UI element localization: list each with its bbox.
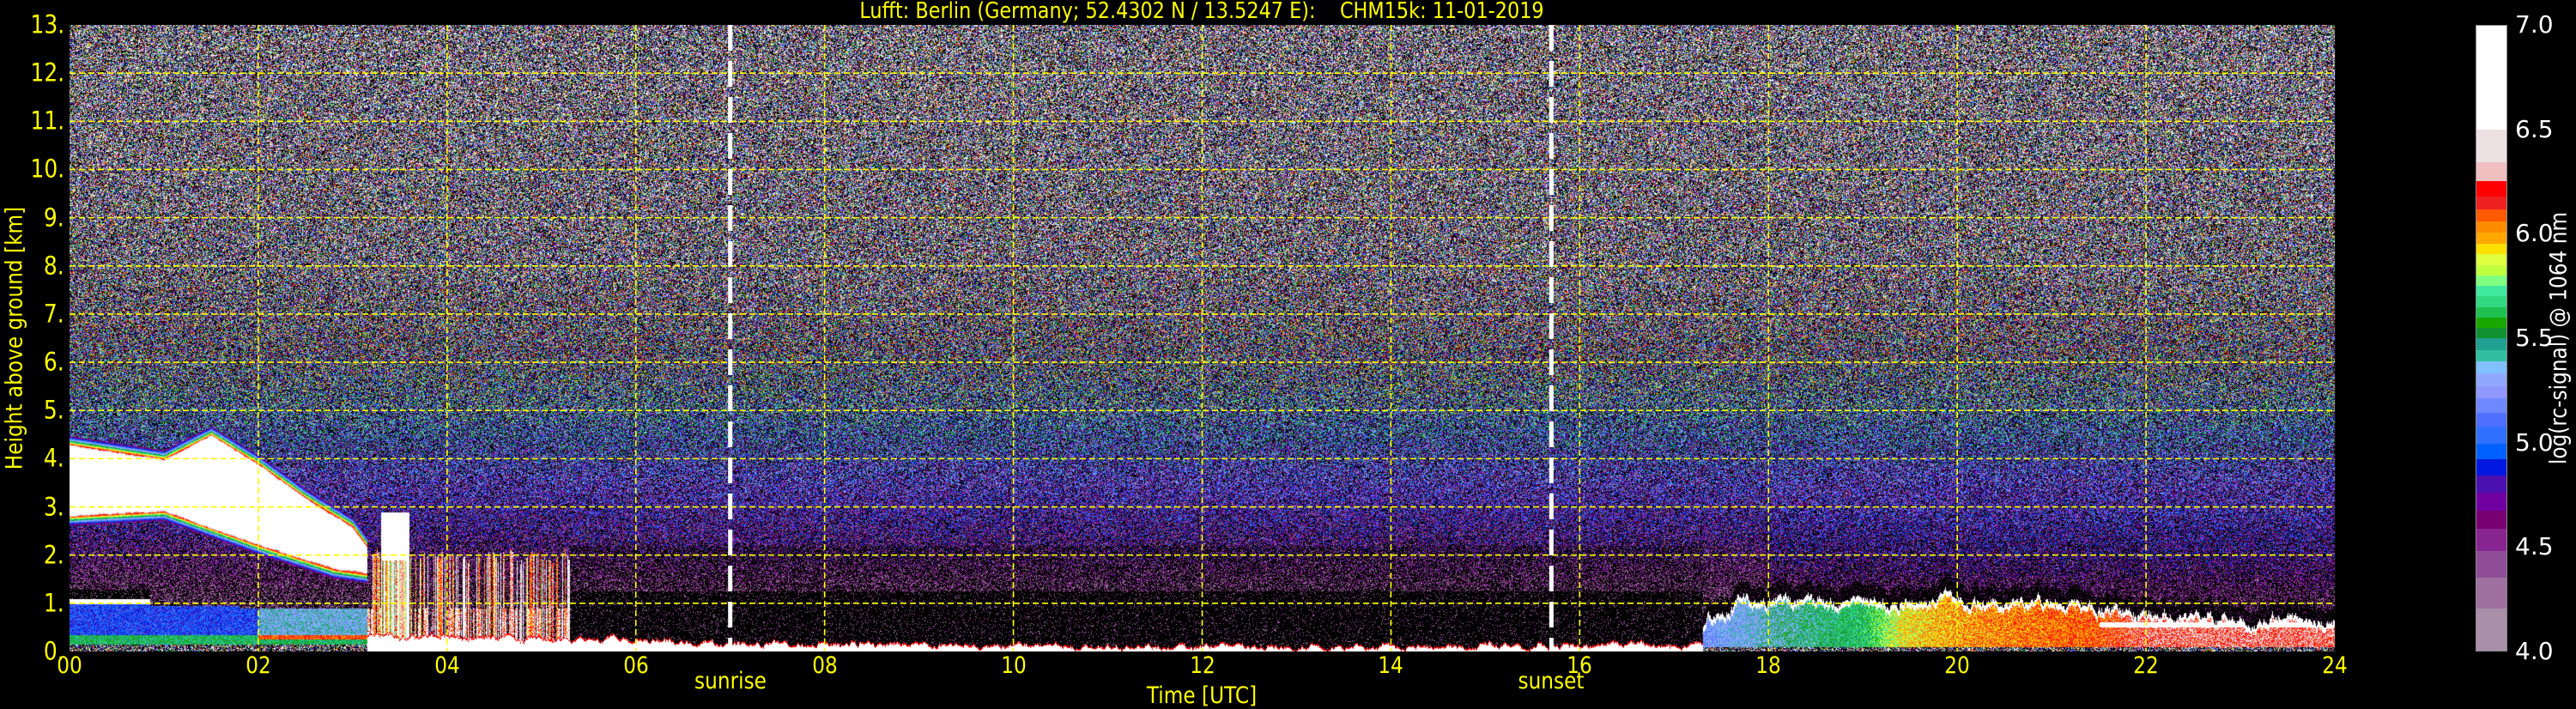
colorbar-level: [2476, 398, 2506, 414]
y-tick-label: 11.: [30, 106, 64, 136]
colorbar-level: [2476, 338, 2506, 351]
x-tick-label: 00: [57, 652, 82, 679]
x-tick-label: 18: [1755, 652, 1782, 679]
colorbar-tick-label: 4.0: [2515, 637, 2554, 665]
colorbar-level: [2476, 197, 2506, 210]
colorbar-tick-label: 7.0: [2515, 10, 2554, 39]
x-tick-label: 02: [245, 652, 271, 679]
y-axis-label: Height above ground [km]: [1, 206, 28, 470]
y-tick-label: 3.: [44, 492, 64, 522]
x-tick-label: 22: [2133, 652, 2159, 679]
colorbar-level: [2476, 493, 2506, 512]
colorbar-level: [2476, 286, 2506, 297]
colorbar-level: [2476, 221, 2506, 233]
x-tick-label: 14: [1378, 652, 1404, 679]
y-tick-label: 10.: [30, 154, 64, 184]
x-tick-label: 08: [811, 652, 838, 679]
colorbar-level: [2476, 233, 2506, 245]
colorbar-level: [2476, 443, 2506, 459]
colorbar-level: [2476, 306, 2506, 318]
colorbar-level: [2476, 577, 2506, 609]
chart-title: Lufft: Berlin (Germany; 52.4302 N / 13.5…: [859, 0, 1544, 24]
y-tick-label: 2.: [44, 540, 64, 570]
colorbar-level: [2476, 361, 2506, 374]
colorbar-level: [2476, 296, 2506, 308]
colorbar-level: [2476, 328, 2506, 339]
x-tick-label: 06: [622, 652, 649, 679]
colorbar-level: [2476, 161, 2506, 182]
y-tick-label: 8.: [44, 251, 64, 281]
colorbar-level: [2476, 244, 2506, 255]
colorbar-level: [2476, 265, 2506, 276]
colorbar-level: [2476, 317, 2506, 329]
y-tick-label: 5.: [44, 395, 64, 425]
y-tick-label: 12.: [30, 58, 64, 88]
y-tick-label: 9.: [44, 203, 64, 233]
x-axis-label: Time [UTC]: [1146, 682, 1258, 709]
colorbar-level: [2476, 209, 2506, 222]
colorbar-level: [2476, 129, 2506, 163]
x-tick-label: 12: [1189, 652, 1215, 679]
colorbar-level: [2476, 413, 2506, 427]
colorbar-level: [2476, 458, 2506, 476]
colorbar-tick-label: 4.5: [2515, 532, 2554, 561]
x-tick-label: 10: [1000, 652, 1027, 679]
colorbar-level: [2476, 385, 2506, 399]
colorbar-level: [2476, 426, 2506, 445]
colorbar-level: [2476, 529, 2506, 552]
colorbar-level: [2476, 551, 2506, 579]
colorbar-level: [2476, 276, 2506, 287]
y-tick-label: 4.: [44, 443, 64, 473]
colorbar: [2476, 25, 2507, 651]
colorbar-level: [2476, 373, 2506, 387]
y-tick-label: 7.: [44, 299, 64, 329]
colorbar-tick-label: 6.5: [2515, 114, 2554, 143]
sunrise-label: sunrise: [694, 668, 767, 694]
y-tick-label: 13.: [30, 9, 64, 39]
colorbar-level: [2476, 181, 2506, 197]
colorbar-level: [2476, 511, 2506, 530]
colorbar-level: [2476, 254, 2506, 266]
plot-overlay: [70, 25, 2335, 651]
sunset-label: sunset: [1518, 668, 1585, 694]
x-tick-label: 24: [2322, 652, 2348, 679]
y-tick-label: 1.: [44, 588, 64, 618]
y-tick-label: 6.: [44, 347, 64, 377]
colorbar-label: log(rc-signal) @ 1064 nm: [2545, 211, 2573, 465]
x-tick-label: 20: [1944, 652, 1970, 679]
colorbar-level: [2476, 609, 2506, 651]
x-tick-label: 04: [434, 652, 460, 679]
colorbar-level: [2476, 349, 2506, 362]
colorbar-level: [2476, 476, 2506, 494]
colorbar-level: [2476, 26, 2506, 130]
